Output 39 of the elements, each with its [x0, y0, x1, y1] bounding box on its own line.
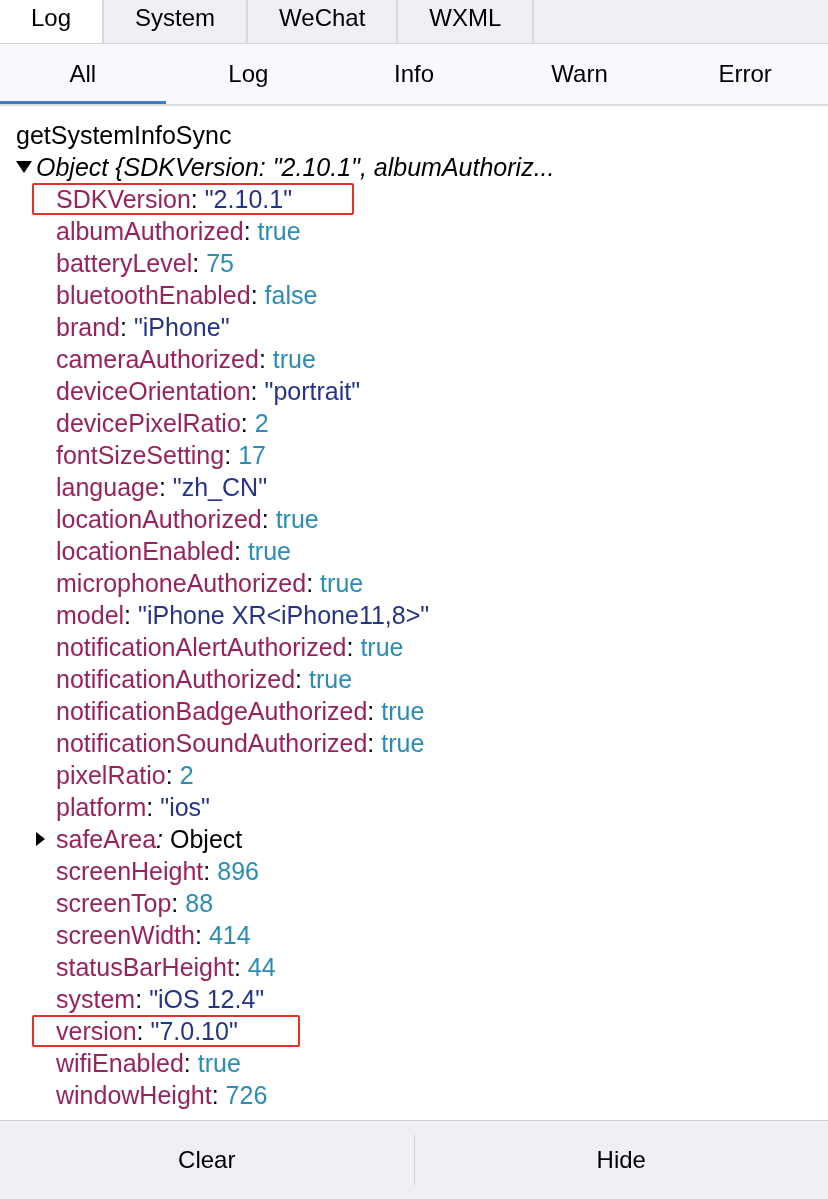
- triangle-icon[interactable]: [36, 832, 45, 846]
- property-line: safeArea: Object: [56, 825, 243, 853]
- property-line: fontSizeSetting: 17: [56, 441, 266, 469]
- property-line: model: "iPhone XR<iPhone11,8>": [56, 601, 430, 629]
- object-summary[interactable]: Object {SDKVersion: "2.10.1", albumAuthoriz...: [36, 151, 555, 183]
- property-line: notificationSoundAuthorized: true: [56, 729, 425, 757]
- log-message: getSystemInfoSync: [16, 120, 232, 151]
- property-line: platform: "ios": [56, 793, 210, 821]
- property-line: screenHeight: 896: [56, 857, 259, 885]
- triangle-icon[interactable]: [16, 161, 32, 173]
- property-line: bluetoothEnabled: false: [56, 281, 318, 309]
- property-line: locationAuthorized: true: [56, 505, 319, 533]
- property-line: language: "zh_CN": [56, 473, 267, 501]
- filter-tab[interactable]: Info: [331, 44, 497, 104]
- property-line: screenTop: 88: [56, 889, 214, 917]
- property-line: pixelRatio: 2: [56, 761, 194, 789]
- property-line: notificationAlertAuthorized: true: [56, 633, 404, 661]
- property-line: microphoneAuthorized: true: [56, 569, 364, 597]
- property-line: wifiEnabled: true: [56, 1049, 241, 1077]
- panel-tab[interactable]: Log: [0, 0, 105, 43]
- property-line: locationEnabled: true: [56, 537, 291, 565]
- property-line: notificationBadgeAuthorized: true: [56, 697, 425, 725]
- filter-tab[interactable]: All: [0, 44, 166, 104]
- property-line: brand: "iPhone": [56, 313, 230, 341]
- property-line: deviceOrientation: "portrait": [56, 377, 361, 405]
- property-line: batteryLevel: 75: [56, 249, 234, 277]
- filter-tab[interactable]: Log: [165, 44, 332, 104]
- property-line: statusBarHeight: 44: [56, 953, 276, 981]
- property-line: notificationAuthorized: true: [56, 665, 353, 693]
- property-line: albumAuthorized: true: [56, 217, 301, 245]
- filter-tab[interactable]: Error: [662, 44, 828, 104]
- filter-tab[interactable]: Warn: [496, 44, 663, 104]
- property-line: SDKVersion: "2.10.1": [56, 185, 292, 213]
- property-line: system: "iOS 12.4": [56, 985, 265, 1013]
- property-line: cameraAuthorized: true: [56, 345, 316, 373]
- property-line: windowHeight: 726: [56, 1081, 268, 1109]
- property-line: devicePixelRatio: 2: [56, 409, 269, 437]
- property-line: screenWidth: 414: [56, 921, 251, 949]
- property-line: version: "7.0.10": [56, 1017, 238, 1045]
